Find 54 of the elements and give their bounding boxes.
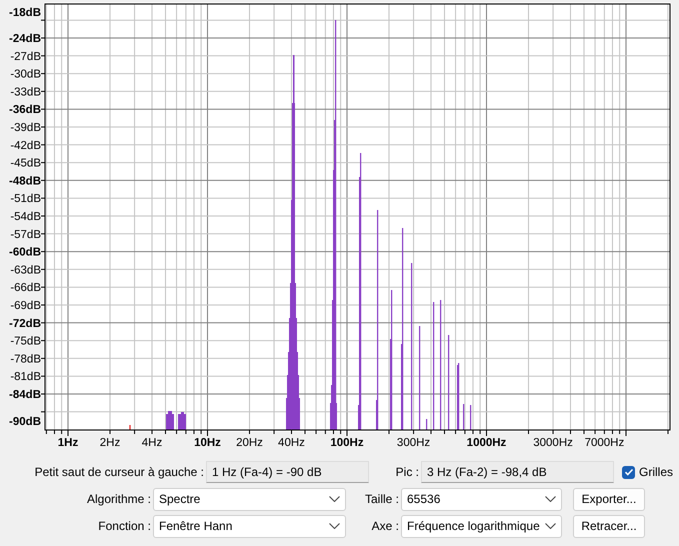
y-axis-label: -75dB	[10, 336, 41, 348]
dropdown[interactable]: 65536	[401, 488, 562, 510]
setting-label: Axe :	[370, 519, 400, 533]
dropdown[interactable]: Fenêtre Hann	[153, 514, 346, 538]
y-axis-label: -27dB	[10, 50, 41, 63]
cursor-label: Petit saut de curseur à gauche :	[34, 465, 205, 479]
x-axis-label: 40Hz	[278, 437, 305, 449]
y-axis-label: -54dB	[10, 211, 41, 223]
peak-readout: 3 Hz (Fa-2) = -98,4 dB	[421, 461, 614, 483]
y-axis-label: -81dB	[10, 371, 41, 384]
chevron-icon	[545, 523, 556, 529]
x-axis-label: 1Hz	[58, 437, 78, 449]
y-axis-label: -90dB	[9, 416, 41, 428]
y-axis-label: -72dB	[9, 318, 41, 330]
x-axis-label: 7000Hz	[584, 437, 624, 449]
x-axis-label: 20Hz	[236, 437, 263, 449]
x-axis-label: 100Hz	[330, 437, 364, 449]
y-axis-label: -69dB	[10, 300, 41, 312]
cursor-readout: 1 Hz (Fa-4) = -90 dB	[206, 461, 369, 483]
y-axis-label: -60dB	[9, 246, 41, 259]
y-axis-label: -78dB	[10, 353, 41, 366]
x-axis-label: 1000Hz	[466, 437, 506, 449]
y-axis-label: -66dB	[10, 282, 41, 294]
dropdown[interactable]: Spectre	[153, 488, 346, 510]
chevron-icon	[329, 496, 340, 502]
y-axis-label: -57dB	[10, 228, 41, 241]
peak-label: Pic :	[394, 465, 420, 479]
chevron-icon	[329, 523, 340, 529]
y-axis-label: -39dB	[10, 122, 41, 134]
y-axis-label: -63dB	[10, 264, 41, 276]
y-axis-label: -24dB	[9, 33, 41, 45]
y-axis-label: -42dB	[10, 140, 41, 152]
setting-label: Taille :	[364, 492, 400, 506]
grids-checkbox[interactable]	[622, 466, 635, 478]
action-button[interactable]: Retracer...	[573, 514, 645, 538]
y-axis-label: -51dB	[10, 193, 41, 206]
x-axis-label: 10Hz	[194, 437, 221, 449]
setting-label: Fonction :	[97, 519, 152, 533]
grids-label: Grilles	[639, 465, 674, 479]
x-axis-label: 4Hz	[142, 437, 162, 449]
y-axis-label: -45dB	[10, 158, 41, 170]
x-axis-label: 2Hz	[100, 437, 120, 449]
dropdown[interactable]: Fréquence logarithmique	[401, 514, 562, 538]
y-axis-label: -18dB	[9, 7, 41, 19]
chevron-icon	[545, 496, 556, 502]
setting-label: Algorithme :	[86, 492, 152, 506]
action-button[interactable]: Exporter...	[573, 488, 645, 510]
x-axis-label: 300Hz	[396, 437, 430, 449]
y-axis-label: -33dB	[10, 86, 41, 98]
x-axis-label: 3000Hz	[533, 437, 573, 449]
y-axis-label: -84dB	[9, 389, 41, 401]
y-axis-label: -30dB	[10, 68, 41, 81]
y-axis-label: -48dB	[9, 175, 41, 188]
y-axis-label: -36dB	[9, 104, 41, 116]
